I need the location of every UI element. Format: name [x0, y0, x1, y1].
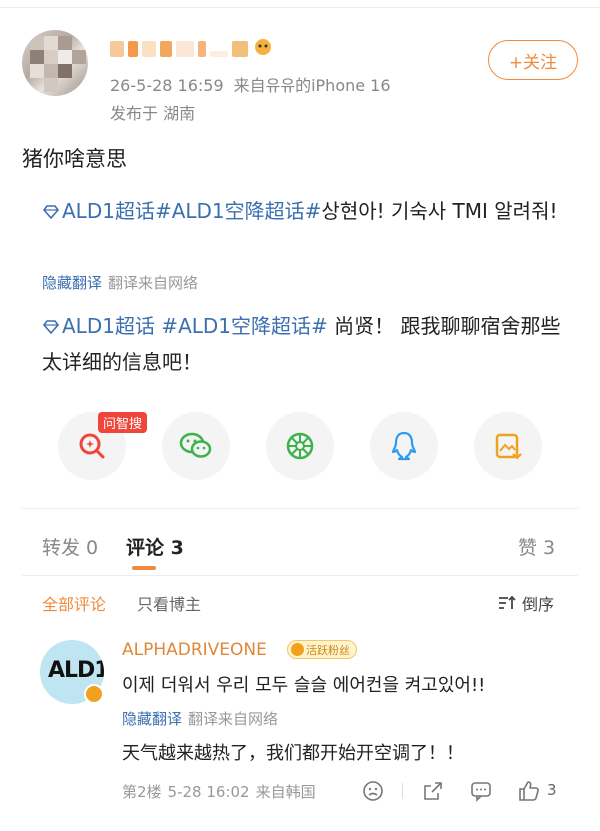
comment-floor: 第2楼	[122, 783, 162, 801]
share-comment-button[interactable]	[422, 780, 444, 802]
tab-comments[interactable]: 评论 3	[126, 533, 184, 560]
follow-button[interactable]: +关注	[488, 40, 578, 80]
dislike-button[interactable]	[362, 780, 384, 802]
ai-search-icon	[79, 433, 105, 459]
save-image-button[interactable]	[474, 412, 542, 480]
comment-meta: 第2楼 5-28 16:02 来自韩国	[122, 781, 316, 802]
share-wechat-button[interactable]	[162, 412, 230, 480]
moments-icon	[286, 432, 314, 460]
divider	[22, 508, 578, 509]
sort-button[interactable]: 倒序	[498, 591, 554, 615]
reply-button[interactable]	[470, 780, 492, 802]
tab-likes[interactable]: 赞 3	[518, 533, 555, 560]
post-time: 26-5-28 16:59	[110, 76, 224, 95]
post-source: 来自유유的iPhone 16	[233, 76, 391, 95]
fan-badge-label: 活跃粉丝	[306, 643, 350, 657]
diamond-icon	[42, 320, 60, 334]
commenter-name[interactable]: ALPHADRIVEONE	[122, 640, 267, 660]
hide-translation-link[interactable]: 隐藏翻译	[42, 274, 102, 292]
share-qq-button[interactable]	[370, 412, 438, 480]
poster-avatar[interactable]	[22, 30, 88, 96]
ai-search-badge: 问智搜	[98, 412, 148, 433]
like-count: 3	[547, 781, 557, 799]
original-post-paragraph: ALD1超话#ALD1空降超话#상현아! 기숙사 TMI 알려줘!	[42, 193, 562, 229]
active-fan-badge: 活跃粉丝	[287, 640, 357, 659]
post-translation-row: 隐藏翻译 翻译来自网络	[42, 272, 198, 293]
share-moments-button[interactable]	[266, 412, 334, 480]
divider	[402, 783, 403, 799]
commenter-avatar-logo: ALD1	[48, 658, 104, 683]
comment-translation-row: 隐藏翻译 翻译来自网络	[122, 708, 278, 729]
share-icon	[424, 782, 442, 800]
qq-icon	[391, 431, 417, 461]
top-divider	[0, 0, 600, 8]
translation-source: 翻译来自网络	[108, 274, 199, 292]
post-text: 猪你啥意思	[22, 147, 127, 171]
frown-face-icon	[363, 781, 383, 801]
hide-translation-link[interactable]: 隐藏翻译	[122, 710, 182, 728]
sort-label: 倒序	[522, 595, 555, 614]
flame-icon	[291, 643, 304, 656]
comment-icon	[471, 782, 491, 802]
save-image-icon	[495, 433, 522, 460]
tab-repost[interactable]: 转发 0	[42, 533, 98, 560]
original-text: 상현아! 기숙사 TMI 알려줘!	[321, 199, 558, 223]
translation-source: 翻译来自网络	[188, 710, 279, 728]
avatar-sticker-icon	[252, 37, 274, 61]
post-meta: 26-5-28 16:59 来自유유的iPhone 16	[110, 72, 391, 96]
post-location: 发布于 湖南	[110, 104, 196, 123]
comment-translated-text: 天气越来越热了，我们都开始开空调了！！	[122, 743, 464, 764]
thumbs-up-icon	[519, 781, 539, 801]
comment-time: 5-28 16:02	[167, 783, 250, 801]
like-button[interactable]	[518, 780, 540, 802]
translated-post-paragraph: ALD1超话 #ALD1空降超话# 尚贤！ 跟我聊聊宿舍那些太详细的信息吧！	[42, 308, 562, 380]
filter-all-comments[interactable]: 全部评论	[42, 591, 106, 615]
filter-op-only[interactable]: 只看博主	[137, 591, 201, 615]
sort-icon	[499, 595, 516, 609]
diamond-icon	[42, 205, 60, 219]
verified-badge-icon	[84, 684, 104, 704]
wechat-icon	[179, 432, 212, 458]
comment-origin: 来自韩国	[255, 783, 316, 801]
comment-text: 이제 더워서 우리 모두 슬슬 에어컨을 켜고있어!!	[122, 675, 486, 696]
poster-username-redacted[interactable]	[110, 38, 274, 60]
divider	[22, 575, 578, 576]
topic-link[interactable]: ALD1超话 #ALD1空降超话#	[62, 314, 328, 338]
active-tab-indicator	[132, 566, 156, 570]
topic-link[interactable]: ALD1超话#ALD1空降超话#	[62, 199, 321, 223]
